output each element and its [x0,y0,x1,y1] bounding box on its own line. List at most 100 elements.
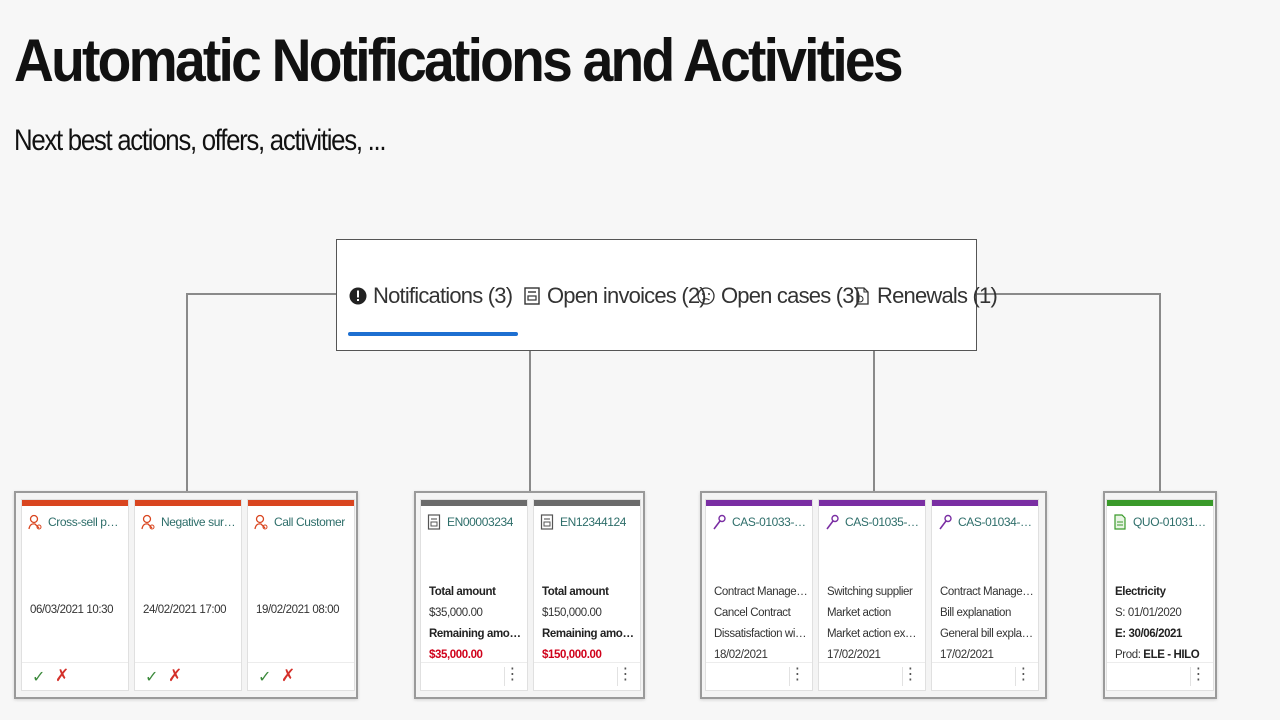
card-header: Negative survey r... [141,514,237,530]
more-options-icon[interactable]: ⋮ [902,666,918,684]
case-description: Dissatisfaction with servi... [714,628,808,640]
card-footer: ⋮ [819,662,925,690]
card-color-bar [534,500,640,506]
case-subject: Contract Management [714,586,808,598]
card-color-bar [1107,500,1213,506]
notification-title[interactable]: Cross-sell potenti... [48,515,124,529]
case-card[interactable]: CAS-01034-N9Z1R... Contract Management B… [931,499,1039,691]
renewal-card[interactable]: QUO-01031-B6V8... Electricity S: 01/01/2… [1106,499,1214,691]
notification-date: 06/03/2021 10:30 [30,604,114,616]
tab-label: Renewals (1) [877,283,998,308]
card-header: CAS-01034-N9Z1R... [938,514,1034,530]
total-amount-value: $35,000.00 [429,607,483,619]
more-options-icon[interactable]: ⋮ [617,666,633,684]
tab-label: Notifications (3) [373,283,513,308]
wrench-icon [713,514,726,530]
notification-date: 24/02/2021 17:00 [143,604,227,616]
reject-x-icon[interactable]: ✗ [281,666,295,686]
card-footer: ✓ ✗ [135,662,241,690]
reject-x-icon[interactable]: ✗ [168,666,182,686]
card-header: CAS-01033-V7N1C... [712,514,808,530]
case-details: Switching supplier Market action Market … [827,582,921,666]
tab-renewals[interactable]: Renewals (1) [853,278,998,314]
case-id[interactable]: CAS-01033-V7N1C... [732,515,808,529]
more-options-icon[interactable]: ⋮ [789,666,805,684]
card-color-bar [248,500,354,506]
invoice-icon [524,287,540,305]
wrench-icon [826,514,839,530]
notification-title[interactable]: Negative survey r... [161,515,237,529]
notification-date: 19/02/2021 08:00 [256,604,340,616]
card-color-bar [135,500,241,506]
case-card[interactable]: CAS-01033-V7N1C... Contract Management C… [705,499,813,691]
card-header: CAS-01035-W2Y9... [825,514,921,530]
card-color-bar [932,500,1038,506]
case-details: Contract Management Cancel Contract Diss… [714,582,808,666]
total-amount-value: $150,000.00 [542,607,602,619]
invoice-id[interactable]: EN00003234 [447,515,513,529]
invoice-card[interactable]: EN00003234 Total amount $35,000.00 Remai… [420,499,528,691]
product-type: Electricity [1115,586,1166,598]
tab-open-cases[interactable]: Open cases (3) [697,278,861,314]
invoice-card[interactable]: EN12344124 Total amount $150,000.00 Rema… [533,499,641,691]
case-type: Market action [827,607,891,619]
invoice-icon [540,514,554,530]
invoice-details: Total amount $35,000.00 Remaining amount… [429,582,523,666]
quote-id[interactable]: QUO-01031-B6V8... [1133,515,1209,529]
case-type: Bill explanation [940,607,1011,619]
cases-group: CAS-01033-V7N1C... Contract Management C… [700,491,1047,699]
card-footer: ✓ ✗ [248,662,354,690]
card-color-bar [421,500,527,506]
notification-card[interactable]: Negative survey r... 24/02/2021 17:00 ✓ … [134,499,242,691]
quote-document-icon [1114,514,1126,530]
more-options-icon[interactable]: ⋮ [1190,666,1206,684]
user-notification-icon [141,514,155,530]
case-id[interactable]: CAS-01034-N9Z1R... [958,515,1034,529]
card-header: Cross-sell potenti... [28,514,124,530]
case-type: Cancel Contract [714,607,791,619]
more-options-icon[interactable]: ⋮ [504,666,520,684]
case-card[interactable]: CAS-01035-W2Y9... Switching supplier Mar… [818,499,926,691]
case-details: Contract Management Bill explanation Gen… [940,582,1034,666]
wrench-icon [939,514,952,530]
product-value: ELE - HILO [1143,649,1200,661]
accept-check-icon[interactable]: ✓ [145,667,158,687]
total-amount-label: Total amount [542,586,609,598]
connector-renewals [977,293,1161,493]
card-header: EN00003234 [427,514,523,530]
accept-check-icon[interactable]: ✓ [258,667,271,687]
notification-title[interactable]: Call Customer [274,515,345,529]
invoice-details: Total amount $150,000.00 Remaining amoun… [542,582,636,666]
notifications-group: Cross-sell potenti... 06/03/2021 10:30 ✓… [14,491,358,699]
more-options-icon[interactable]: ⋮ [1015,666,1031,684]
connector-notifications [186,293,336,493]
card-color-bar [819,500,925,506]
card-header: QUO-01031-B6V8... [1113,514,1209,530]
case-id[interactable]: CAS-01035-W2Y9... [845,515,921,529]
notification-card[interactable]: Cross-sell potenti... 06/03/2021 10:30 ✓… [21,499,129,691]
notification-card[interactable]: Call Customer 19/02/2021 08:00 ✓ ✗ [247,499,355,691]
case-description: Market action explanation [827,628,921,640]
invoices-group: EN00003234 Total amount $35,000.00 Remai… [414,491,645,699]
reject-x-icon[interactable]: ✗ [55,666,69,686]
card-footer: ⋮ [706,662,812,690]
tab-open-invoices[interactable]: Open invoices (2) [523,278,707,314]
card-header: EN12344124 [540,514,636,530]
invoice-id[interactable]: EN12344124 [560,515,626,529]
card-footer: ⋮ [534,662,640,690]
user-notification-icon [28,514,42,530]
document-renew-icon [856,287,869,305]
product-label: Prod: [1115,649,1141,661]
card-footer: ⋮ [932,662,1038,690]
case-description: General bill explanation [940,628,1034,640]
tab-label: Open cases (3) [721,283,861,308]
remaining-amount-label: Remaining amount [429,628,523,640]
tab-notifications[interactable]: Notifications (3) [347,278,519,336]
tab-bar: Notifications (3) Open invoices (2) Open… [336,239,998,351]
accept-check-icon[interactable]: ✓ [32,667,45,687]
card-color-bar [706,500,812,506]
user-notification-icon [254,514,268,530]
card-footer: ⋮ [421,662,527,690]
start-date: S: 01/01/2020 [1115,607,1182,619]
total-amount-label: Total amount [429,586,496,598]
